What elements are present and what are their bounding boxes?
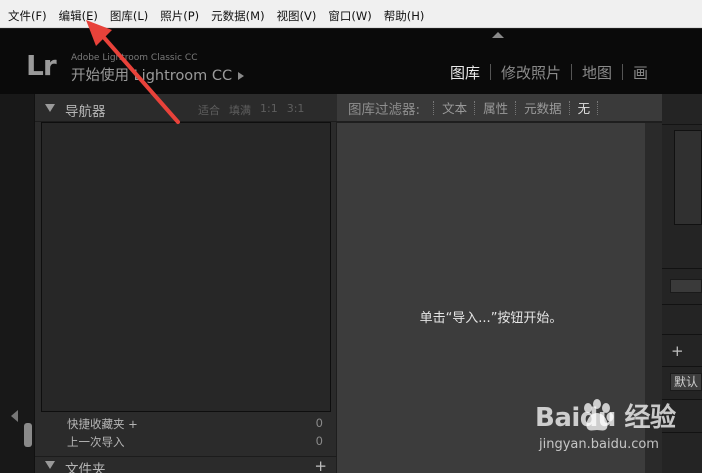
left-panel: 导航器 适合 填满 1:1 3:1 快捷收藏夹 + 0 上一次导入 0 文件夹 … <box>34 94 337 473</box>
module-develop[interactable]: 修改照片 <box>491 62 571 83</box>
navigator-preview[interactable] <box>41 122 331 412</box>
menu-library[interactable]: 图库(L) <box>104 5 154 28</box>
zoom-options: 适合 填满 1:1 3:1 <box>198 102 304 118</box>
collapse-left-panel-icon[interactable] <box>11 410 18 422</box>
filter-divider <box>515 100 517 115</box>
get-started-link[interactable]: 开始使用 Lightroom CC <box>71 64 245 85</box>
expand-triangle-icon[interactable] <box>45 104 55 112</box>
navigator-title: 导航器 <box>65 104 106 120</box>
zoom-fill[interactable]: 填满 <box>229 102 251 118</box>
zoom-1-1[interactable]: 1:1 <box>260 102 278 118</box>
filter-divider <box>568 100 571 115</box>
play-triangle-icon <box>238 72 245 80</box>
filter-divider <box>433 100 435 115</box>
navigator-header[interactable]: 导航器 适合 填满 1:1 3:1 <box>35 94 337 122</box>
collection-label: 上一次导入 <box>67 435 125 449</box>
menu-edit[interactable]: 编辑(E) <box>53 5 104 28</box>
add-folder-button[interactable]: + <box>314 457 327 473</box>
collection-label: 快捷收藏夹 + <box>67 417 138 431</box>
filter-metadata[interactable]: 元数据 <box>524 98 562 117</box>
menubar: 文件(F) 编辑(E) 图库(L) 照片(P) 元数据(M) 视图(V) 窗口(… <box>0 5 702 28</box>
menu-metadata[interactable]: 元数据(M) <box>205 5 270 28</box>
zoom-3-1[interactable]: 3:1 <box>287 102 305 118</box>
library-filter-bar: 图库过滤器: 文本 属性 元数据 无 <box>337 94 662 122</box>
menu-view[interactable]: 视图(V) <box>271 5 323 28</box>
right-panel-divider <box>662 268 702 269</box>
app-version-label: Adobe Lightroom Classic CC <box>71 53 198 63</box>
right-panel-divider <box>662 399 702 400</box>
filter-none[interactable]: 无 <box>578 98 591 117</box>
histogram-box <box>674 130 702 225</box>
filter-divider <box>474 100 476 115</box>
expand-triangle-icon[interactable] <box>45 461 55 469</box>
grid-scrollbar[interactable] <box>645 123 662 473</box>
collapse-top-panel-icon[interactable] <box>492 32 504 38</box>
left-panel-scrollbar[interactable] <box>24 423 32 447</box>
filter-label: 图库过滤器: <box>348 101 421 118</box>
get-started-label: 开始使用 Lightroom CC <box>71 68 233 84</box>
filter-text[interactable]: 文本 <box>442 98 467 117</box>
module-library[interactable]: 图库 <box>440 62 490 83</box>
quick-develop-bar[interactable] <box>670 279 702 293</box>
module-book[interactable]: 画 <box>623 62 658 83</box>
module-map[interactable]: 地图 <box>572 62 622 83</box>
zoom-fit[interactable]: 适合 <box>198 102 220 118</box>
collection-row[interactable]: 上一次导入 0 <box>35 434 337 450</box>
right-panel-divider <box>662 124 702 125</box>
collection-count: 0 <box>315 434 323 448</box>
right-panel-divider <box>662 432 702 433</box>
collection-count: 0 <box>315 416 323 430</box>
module-picker: 图库 修改照片 地图 画 <box>440 61 658 83</box>
lightroom-logo: Lr <box>26 49 57 82</box>
right-panel-divider <box>662 334 702 335</box>
filter-divider <box>597 100 599 115</box>
folders-title: 文件夹 <box>65 462 106 473</box>
right-panel-divider <box>662 366 702 367</box>
menu-file[interactable]: 文件(F) <box>0 5 53 28</box>
import-hint: 单击“导入...”按钮开始。 <box>419 311 563 326</box>
menu-window[interactable]: 窗口(W) <box>322 5 377 28</box>
right-panel: + 默认 <box>662 94 702 473</box>
identity-bar: Lr Adobe Lightroom Classic CC 开始使用 Light… <box>0 29 702 94</box>
grid-view[interactable]: 单击“导入...”按钮开始。 <box>337 123 645 473</box>
right-panel-divider <box>662 304 702 305</box>
add-preset-button[interactable]: + <box>671 342 684 360</box>
default-select[interactable]: 默认 <box>670 373 702 391</box>
collection-row[interactable]: 快捷收藏夹 + 0 <box>35 416 337 432</box>
filter-attribute[interactable]: 属性 <box>483 98 508 117</box>
menu-photo[interactable]: 照片(P) <box>154 5 205 28</box>
left-edge-strip <box>0 94 34 473</box>
folders-header[interactable]: 文件夹 + <box>35 456 337 473</box>
menu-help[interactable]: 帮助(H) <box>378 5 431 28</box>
